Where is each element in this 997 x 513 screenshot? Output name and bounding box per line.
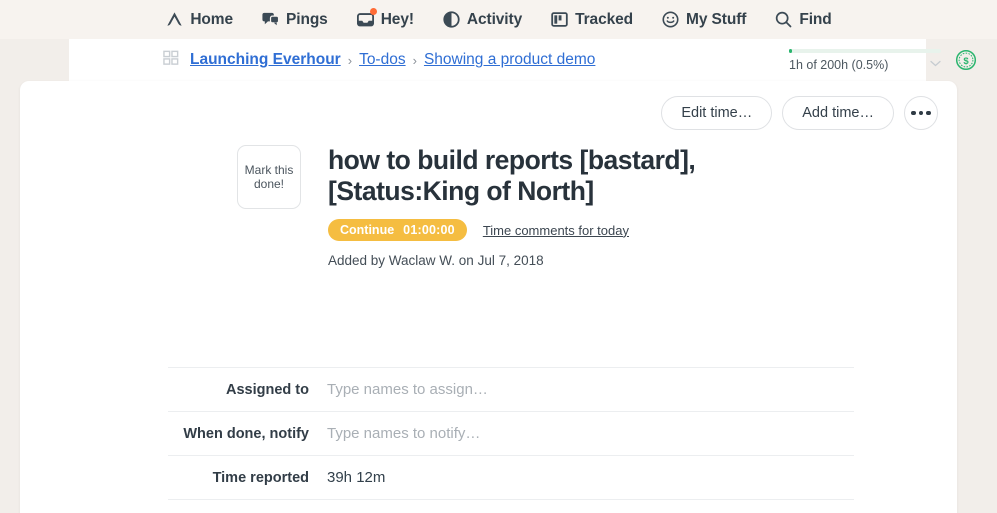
nav-item-find[interactable]: Find xyxy=(760,0,845,39)
top-navigation-bar: Home Pings Hey! Activity Tracked My Stuf… xyxy=(0,0,997,39)
field-row-when-done-notify: When done, notify Type names to notify… xyxy=(168,411,854,455)
breadcrumb: Launching Everhour › To-dos › Showing a … xyxy=(163,49,595,71)
nav-label-hey: Hey! xyxy=(380,10,414,28)
page-title: how to build reports [bastard], [Status:… xyxy=(328,145,696,206)
add-time-button[interactable]: Add time… xyxy=(782,96,894,130)
budget-progress-fill xyxy=(789,48,792,53)
todo-field-rows: Assigned to Type names to assign… When d… xyxy=(168,367,854,513)
field-row-estimate: Estimate 75h xyxy=(168,499,854,513)
budget-progress-track xyxy=(789,48,941,53)
edit-time-button[interactable]: Edit time… xyxy=(661,96,773,130)
nav-label-tracked: Tracked xyxy=(575,10,634,28)
nav-item-my-stuff[interactable]: My Stuff xyxy=(647,0,760,39)
field-label-when-done-notify: When done, notify xyxy=(183,425,309,442)
todo-meta-row: Continue 01:00:00 Time comments for toda… xyxy=(328,219,798,241)
nav-item-activity[interactable]: Activity xyxy=(428,0,536,39)
pings-icon xyxy=(261,10,280,29)
card-action-buttons: Edit time… Add time… xyxy=(661,96,938,130)
budget-text-row: 1h of 200h (0.5%) xyxy=(789,58,941,72)
svg-text:$: $ xyxy=(963,56,969,67)
breadcrumb-separator: › xyxy=(347,52,353,68)
smiley-icon xyxy=(661,10,680,29)
search-icon xyxy=(774,10,793,29)
continue-timer-value: 01:00:00 xyxy=(403,223,455,237)
todo-header: Mark this done! how to build reports [ba… xyxy=(237,145,798,268)
nav-label-home: Home xyxy=(190,10,233,28)
grid-squares-icon[interactable] xyxy=(163,49,180,71)
breadcrumb-item-list[interactable]: Showing a product demo xyxy=(424,51,595,69)
field-label-assigned-to: Assigned to xyxy=(226,381,309,398)
continue-timer-button[interactable]: Continue 01:00:00 xyxy=(328,219,467,241)
activity-icon xyxy=(442,10,461,29)
notify-input[interactable]: Type names to notify… xyxy=(327,425,480,442)
dollar-coin-icon[interactable]: $ xyxy=(955,49,977,71)
budget-progress-group: 1h of 200h (0.5%) xyxy=(789,48,947,72)
hey-inbox-icon xyxy=(356,8,377,29)
hey-notification-badge xyxy=(369,8,377,15)
nav-item-hey[interactable]: Hey! xyxy=(342,0,428,39)
chevron-down-icon[interactable] xyxy=(930,59,941,70)
nav-item-pings[interactable]: Pings xyxy=(247,0,342,39)
budget-widget[interactable]: 1h of 200h (0.5%) $ xyxy=(789,39,977,81)
time-reported-value: 39h 12m xyxy=(327,469,386,486)
nav-label-pings: Pings xyxy=(286,10,328,28)
todo-header-text: how to build reports [bastard], [Status:… xyxy=(328,145,798,268)
nav-label-find: Find xyxy=(799,10,832,28)
todo-detail-card: Edit time… Add time… Mark this done! how… xyxy=(20,81,957,513)
budget-label: 1h of 200h (0.5%) xyxy=(789,57,889,72)
mark-done-button[interactable]: Mark this done! xyxy=(237,145,301,209)
added-by-text: Added by Waclaw W. on Jul 7, 2018 xyxy=(328,253,544,268)
breadcrumb-item-project[interactable]: Launching Everhour xyxy=(190,51,341,69)
nav-item-home[interactable]: Home xyxy=(151,0,247,39)
continue-label: Continue xyxy=(340,223,395,237)
time-comments-link[interactable]: Time comments for today xyxy=(483,223,629,238)
assigned-to-input[interactable]: Type names to assign… xyxy=(327,381,488,398)
breadcrumb-separator-2: › xyxy=(412,52,417,68)
nav-label-my-stuff: My Stuff xyxy=(686,10,747,28)
field-row-time-reported: Time reported 39h 12m xyxy=(168,455,854,499)
field-row-assigned-to: Assigned to Type names to assign… xyxy=(168,367,854,411)
more-options-icon[interactable] xyxy=(904,96,938,130)
home-icon xyxy=(165,10,184,29)
breadcrumb-item-todos[interactable]: To-dos xyxy=(359,51,406,69)
field-label-time-reported: Time reported xyxy=(212,469,309,486)
app-root: Home Pings Hey! Activity Tracked My Stuf… xyxy=(0,0,997,513)
mark-done-label: Mark this done! xyxy=(244,163,294,191)
nav-item-tracked[interactable]: Tracked xyxy=(536,0,647,39)
nav-label-activity: Activity xyxy=(466,10,523,28)
tracked-columns-icon xyxy=(550,10,569,29)
